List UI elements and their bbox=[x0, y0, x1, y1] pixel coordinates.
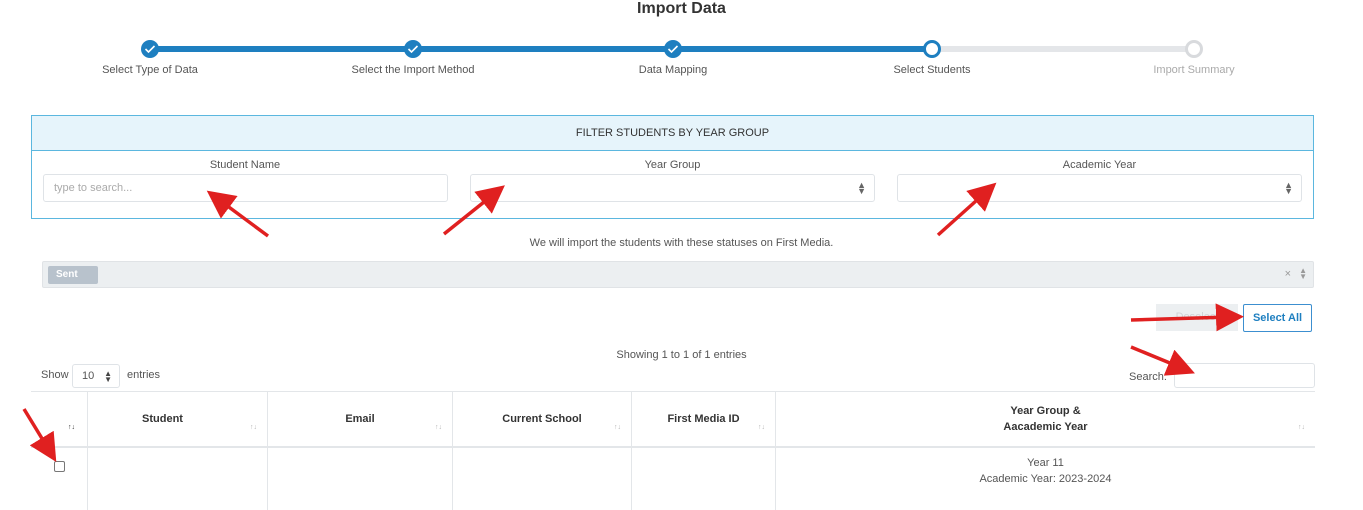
select-column-header[interactable]: ↑↓ bbox=[31, 391, 87, 446]
select-caret-icon: ▲ ▼ bbox=[104, 369, 112, 384]
id-column-header[interactable]: First Media ID ↑↓ bbox=[631, 391, 775, 446]
email-cell bbox=[267, 446, 452, 510]
student-column-header[interactable]: Student ↑↓ bbox=[87, 391, 267, 446]
filter-panel: FILTER STUDENTS BY YEAR GROUP Student Na… bbox=[31, 115, 1314, 219]
sort-icon[interactable]: ↑↓ bbox=[614, 424, 621, 431]
step-2-label: Select the Import Method bbox=[351, 64, 475, 76]
table-search-field[interactable] bbox=[1174, 363, 1315, 388]
step-4-label: Select Students bbox=[893, 64, 971, 76]
status-tag-sent[interactable]: Sent bbox=[48, 266, 98, 284]
school-column-header[interactable]: Current School ↑↓ bbox=[452, 391, 631, 446]
stepper-progress bbox=[150, 46, 932, 52]
student-name-field[interactable] bbox=[43, 174, 448, 202]
select-caret-icon: ▲ ▼ bbox=[857, 180, 866, 196]
step-5-label: Import Summary bbox=[1153, 64, 1235, 76]
academic-year-label: Academic Year bbox=[1062, 159, 1137, 171]
status-multiselect[interactable]: Sent × ▲ ▼ bbox=[42, 261, 1314, 288]
email-header-label: Email bbox=[345, 413, 375, 425]
email-column-header[interactable]: Email ↑↓ bbox=[267, 391, 452, 446]
select-caret-icon[interactable]: ▲ ▼ bbox=[1299, 267, 1307, 281]
select-all-button[interactable]: Select All bbox=[1243, 304, 1312, 332]
school-header-label: Current School bbox=[502, 413, 582, 425]
step-5-pending-icon bbox=[1185, 40, 1203, 58]
year-header-line1: Year Group & bbox=[1010, 405, 1081, 417]
row-checkbox[interactable] bbox=[54, 461, 65, 472]
sort-icon[interactable]: ↑↓ bbox=[68, 424, 75, 431]
academic-year-select[interactable]: ▲ ▼ bbox=[897, 174, 1302, 202]
deselect-button[interactable]: Deselect bbox=[1156, 304, 1238, 331]
student-name-input[interactable] bbox=[44, 175, 447, 201]
year-column-header[interactable]: Year Group & Aacademic Year ↑↓ bbox=[775, 391, 1315, 446]
sort-icon[interactable]: ↑↓ bbox=[435, 424, 442, 431]
year-group-select[interactable]: ▲ ▼ bbox=[470, 174, 875, 202]
year-header-line2: Aacademic Year bbox=[1003, 421, 1088, 433]
row-academic-year: Academic Year: 2023-2024 bbox=[979, 473, 1112, 485]
school-cell bbox=[452, 446, 631, 510]
id-header-label: First Media ID bbox=[667, 413, 740, 425]
search-label: Search: bbox=[1129, 371, 1167, 383]
entries-label: entries bbox=[127, 369, 161, 381]
step-2-check-icon[interactable] bbox=[404, 40, 422, 58]
table-info: Showing 1 to 1 of 1 entries bbox=[616, 349, 747, 361]
student-cell bbox=[87, 446, 267, 510]
show-label: Show bbox=[41, 369, 69, 381]
page-size-select[interactable]: 10 ▲ ▼ bbox=[72, 364, 120, 388]
filter-heading: FILTER STUDENTS BY YEAR GROUP bbox=[32, 116, 1313, 151]
step-1-label: Select Type of Data bbox=[102, 64, 198, 76]
sort-icon[interactable]: ↑↓ bbox=[250, 424, 257, 431]
id-cell bbox=[631, 446, 775, 510]
status-message: We will import the students with these s… bbox=[529, 237, 834, 249]
sort-icon[interactable]: ↑↓ bbox=[758, 424, 765, 431]
step-3-check-icon[interactable] bbox=[664, 40, 682, 58]
page-title: Import Data bbox=[637, 0, 726, 17]
page-size-value: 10 bbox=[82, 370, 95, 382]
year-group-label: Year Group bbox=[644, 159, 701, 171]
step-4-current-icon[interactable] bbox=[923, 40, 941, 58]
student-name-label: Student Name bbox=[209, 159, 281, 171]
stepper-remaining bbox=[932, 46, 1194, 52]
step-1-check-icon[interactable] bbox=[141, 40, 159, 58]
year-cell: Year 11 Academic Year: 2023-2024 bbox=[775, 446, 1315, 510]
table-search-input[interactable] bbox=[1175, 364, 1314, 387]
student-header-label: Student bbox=[142, 413, 183, 425]
clear-icon[interactable]: × bbox=[1285, 268, 1291, 280]
row-select-cell bbox=[31, 446, 87, 510]
step-3-label: Data Mapping bbox=[638, 64, 708, 76]
row-year-group: Year 11 bbox=[1027, 457, 1064, 469]
sort-icon[interactable]: ↑↓ bbox=[1298, 424, 1305, 431]
select-caret-icon: ▲ ▼ bbox=[1284, 180, 1293, 196]
